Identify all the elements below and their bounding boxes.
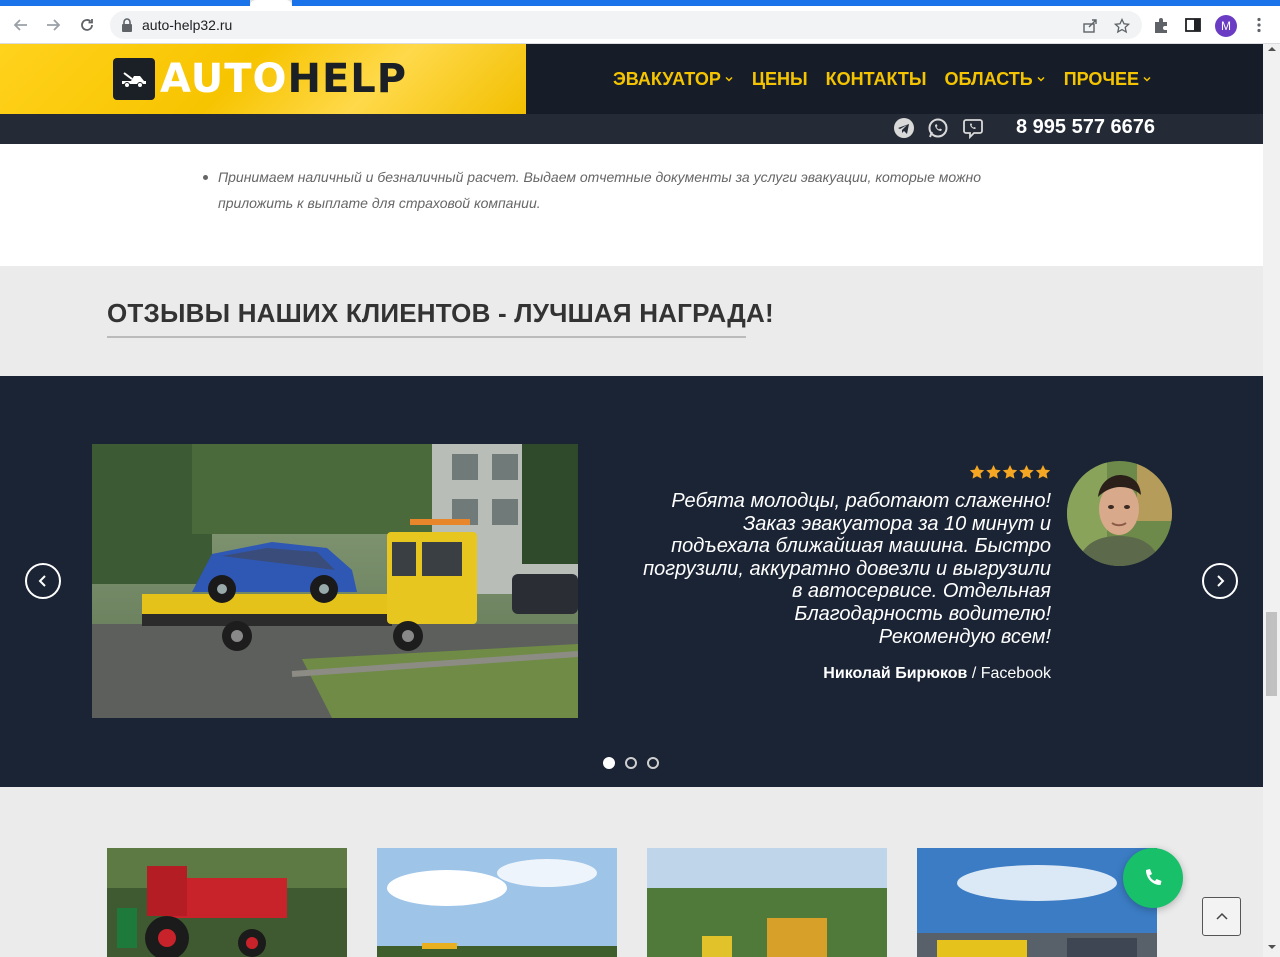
nav-item-label: ЭВАКУАТОР <box>613 68 721 89</box>
scroll-down-arrow[interactable] <box>1267 942 1277 952</box>
nav-item-3[interactable]: КОНТАКТЫ <box>826 69 927 90</box>
reviewer-avatar <box>1067 461 1172 566</box>
title-underline <box>107 336 746 338</box>
page-scrollbar[interactable] <box>1263 44 1280 957</box>
gallery-thumb[interactable] <box>107 848 347 957</box>
url-text: auto-help32.ru <box>142 17 233 33</box>
list-item: Принимаем наличный и безналичный расчет.… <box>203 164 1048 216</box>
nav-item-2[interactable]: ЦЕНЫ <box>752 69 808 90</box>
address-bar[interactable]: auto-help32.ru <box>110 11 1142 39</box>
slider-pagination <box>603 757 659 769</box>
viber-icon[interactable] <box>962 117 984 139</box>
gallery-thumb[interactable] <box>377 848 617 957</box>
scroll-up-arrow[interactable] <box>1267 44 1277 54</box>
author-name: Николай Бирюков <box>823 665 968 682</box>
reviews-header: ОТЗЫВЫ НАШИХ КЛИЕНТОВ - ЛУЧШАЯ НАГРАДА! <box>0 266 1263 376</box>
quote-line: погрузили, аккуратно довезли и выгрузили <box>643 557 1051 580</box>
chevron-down-icon <box>1037 76 1045 82</box>
quote-line: Рекомендую всем! <box>878 625 1051 648</box>
profile-avatar[interactable]: M <box>1215 15 1237 37</box>
prev-slide-button[interactable] <box>25 563 61 599</box>
review-quote: Ребята молодцы, работают слаженно! Заказ … <box>620 490 1051 648</box>
quote-line: Благодарность водителю! <box>794 602 1051 625</box>
slider-dot-3[interactable] <box>647 757 659 769</box>
reviews-slider: Ребята молодцы, работают слаженно! Заказ … <box>0 376 1263 787</box>
slider-dot-1[interactable] <box>603 757 615 769</box>
tow-truck-logo-icon <box>113 58 155 100</box>
forward-icon[interactable] <box>42 14 64 36</box>
share-icon[interactable] <box>1082 18 1098 34</box>
logo-area[interactable]: AUTOHELP <box>0 44 526 114</box>
scroll-to-top-button[interactable] <box>1202 897 1241 936</box>
extensions-icon[interactable] <box>1152 16 1170 34</box>
main-nav: ЭВАКУАТОР ЦЕНЫ КОНТАКТЫ ОБЛАСТЬ ПРОЧЕЕ <box>613 44 1152 114</box>
nav-item-label: ПРОЧЕЕ <box>1063 68 1140 89</box>
gallery-thumb[interactable] <box>647 848 887 957</box>
nav-item-label: ОБЛАСТЬ <box>944 68 1033 89</box>
more-menu-icon[interactable] <box>1250 16 1268 34</box>
back-icon[interactable] <box>10 14 32 36</box>
site-header: AUTOHELP ЭВАКУАТОР ЦЕНЫ КОНТАКТЫ ОБЛАСТЬ ПРО… <box>0 44 1263 114</box>
quote-line: подъехала ближайшая машина. Быстро <box>671 535 1051 558</box>
next-slide-button[interactable] <box>1202 563 1238 599</box>
call-button[interactable] <box>1123 848 1183 908</box>
chevron-down-icon <box>725 76 733 82</box>
phone-number[interactable]: 8 995 577 6676 <box>1016 116 1155 139</box>
nav-item-5[interactable]: ПРОЧЕЕ <box>1064 69 1152 90</box>
quote-line: Ребята молодцы, работают слаженно! <box>671 490 1051 512</box>
side-panel-icon[interactable] <box>1184 16 1202 34</box>
browser-window: auto-help32.ru M AUTOHELP ЭВАКУАТОР ЦЕНЫ К… <box>0 0 1280 957</box>
bookmark-star-icon[interactable] <box>1114 18 1130 34</box>
quote-line: в автосервисе. Отдельная <box>791 580 1051 603</box>
tow-truck-photo <box>92 444 578 718</box>
chevron-right-icon <box>1217 575 1225 587</box>
logo-wordmark: AUTOHELP <box>160 56 408 102</box>
lock-icon[interactable] <box>120 17 134 33</box>
nav-item-1[interactable]: ЭВАКУАТОР <box>613 69 734 90</box>
reload-icon[interactable] <box>76 14 98 36</box>
whatsapp-icon[interactable] <box>927 117 949 139</box>
author-source: / Facebook <box>967 665 1051 682</box>
slider-dot-2[interactable] <box>625 757 637 769</box>
telegram-icon[interactable] <box>893 117 915 139</box>
photo-gallery <box>0 787 1263 957</box>
contact-bar: 8 995 577 6676 <box>0 114 1263 144</box>
phone-icon <box>1146 869 1162 885</box>
nav-item-label: ЦЕНЫ <box>751 68 808 89</box>
chevron-down-icon <box>1143 76 1151 82</box>
nav-item-4[interactable]: ОБЛАСТЬ <box>945 69 1046 90</box>
scrollbar-thumb[interactable] <box>1266 612 1277 696</box>
quote-line: Заказ эвакуатора за 10 минут и <box>743 512 1051 535</box>
chevron-up-icon <box>1215 912 1228 920</box>
info-list: Принимаем наличный и безналичный расчет.… <box>203 164 1048 216</box>
rating-stars <box>969 465 1051 479</box>
review-author: Николай Бирюков / Facebook <box>620 665 1051 683</box>
info-section: Принимаем наличный и безналичный расчет.… <box>0 144 1263 266</box>
browser-toolbar: auto-help32.ru M <box>0 6 1280 44</box>
section-title: ОТЗЫВЫ НАШИХ КЛИЕНТОВ - ЛУЧШАЯ НАГРАДА! <box>107 298 774 328</box>
chevron-left-icon <box>38 575 46 587</box>
gallery-thumb[interactable] <box>917 848 1157 957</box>
nav-item-label: КОНТАКТЫ <box>825 68 927 89</box>
